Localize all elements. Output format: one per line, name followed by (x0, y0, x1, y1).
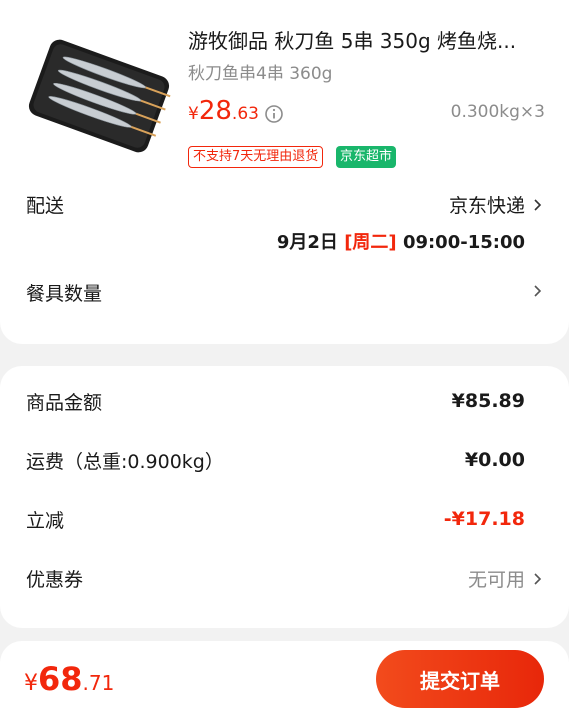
goods-amount-value: ¥85.89 (451, 390, 525, 412)
freight-value: ¥0.00 (464, 449, 525, 471)
no-return-tag: 不支持7天无理由退货 (188, 146, 324, 168)
product-price: ¥28.63 (188, 96, 259, 126)
delivery-carrier: 京东快递 (448, 195, 525, 217)
coupon-value: 无可用 (467, 569, 525, 591)
coupon-selector[interactable]: 无可用 (468, 565, 543, 592)
goods-amount-label: 商品金额 (26, 392, 103, 414)
price-summary-card: 商品金额 ¥85.89 运费（总重:0.900kg） ¥0.00 立减 -¥17… (0, 366, 569, 628)
submit-order-button[interactable]: 提交订单 (376, 650, 544, 708)
price-decimal: .63 (231, 104, 259, 124)
order-total: ¥68.71 (24, 660, 114, 698)
delivery-time-window: 09:00-15:00 (402, 232, 525, 253)
coupon-label: 优惠券 (26, 569, 84, 591)
price-integer: 28 (198, 96, 232, 126)
tableware-label: 餐具数量 (26, 283, 103, 305)
total-decimal: .71 (82, 671, 115, 695)
delivery-weekday: [周二] (344, 232, 397, 253)
delivery-date: 9月2日 (276, 232, 338, 253)
delivery-carrier-selector[interactable]: 京东快递 (449, 191, 543, 218)
chevron-right-icon (534, 198, 542, 211)
info-icon[interactable] (264, 104, 284, 124)
product-image[interactable] (26, 36, 172, 156)
discount-label: 立减 (26, 510, 65, 532)
freight-label: 运费（总重:0.900kg） (26, 451, 224, 473)
chevron-right-icon (534, 285, 542, 297)
chevron-right-icon (534, 572, 542, 585)
delivery-time[interactable]: 9月2日 [周二] 09:00-15:00 (277, 228, 525, 254)
delivery-label: 配送 (26, 195, 65, 217)
product-card: 游牧御品 秋刀鱼 5串 350g 烤鱼烧... 秋刀鱼串4串 360g ¥28.… (0, 0, 569, 344)
price-symbol: ¥ (188, 104, 199, 124)
supermarket-tag: 京东超市 (336, 146, 397, 168)
total-symbol: ¥ (24, 671, 38, 696)
product-spec: 秋刀鱼串4串 360g (188, 64, 333, 84)
tableware-selector[interactable] (525, 283, 543, 299)
discount-value: -¥17.18 (443, 508, 525, 530)
product-title[interactable]: 游牧御品 秋刀鱼 5串 350g 烤鱼烧... (188, 28, 553, 54)
product-quantity: 0.300kg×3 (450, 102, 545, 122)
total-integer: 68 (38, 660, 83, 698)
